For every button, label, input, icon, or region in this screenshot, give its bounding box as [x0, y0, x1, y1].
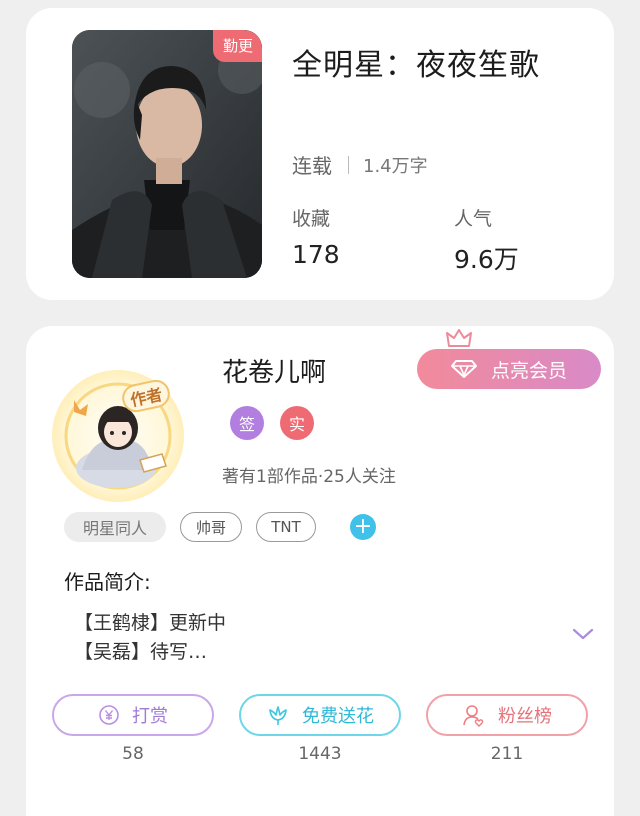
tag-chip[interactable]: 帅哥: [180, 512, 242, 542]
update-badge: 勤更: [212, 30, 262, 62]
cover-illustration: [72, 30, 262, 278]
flower-icon: [266, 704, 290, 726]
yen-icon: [98, 704, 120, 726]
divider: [348, 155, 349, 174]
diamond-icon: [450, 359, 477, 379]
fan-ranking-label: 粉丝榜: [498, 706, 552, 727]
intro-line: 【王鹤棣】更新中: [74, 612, 227, 634]
author-works-summary: 著有1部作品·25人关注: [222, 467, 396, 487]
author-avatar[interactable]: 作者: [52, 370, 184, 502]
tip-button[interactable]: 打赏: [52, 694, 214, 736]
tag-chip[interactable]: 明星同人: [64, 512, 166, 542]
popularity-value: 9.6万: [454, 245, 519, 274]
book-title: 全明星：夜夜笙歌: [292, 48, 540, 83]
flower-count: 1443: [298, 744, 342, 764]
tag-list: 明星同人 帅哥 TNT +: [64, 512, 376, 542]
tip-label: 打赏: [132, 706, 168, 727]
light-up-vip-button[interactable]: 点亮会员: [417, 349, 601, 389]
intro-line: 【吴磊】待写…: [74, 641, 208, 663]
fan-ranking-button[interactable]: 粉丝榜: [426, 694, 588, 736]
tag-chip[interactable]: TNT: [256, 512, 316, 542]
author-card: 作者 花卷儿啊 点亮会员 签 实 著有1部作品·25人关注 明星同人 帅哥 TN…: [26, 326, 614, 816]
crown-icon: [446, 329, 472, 347]
author-name[interactable]: 花卷儿啊: [222, 352, 326, 389]
serial-status: 连载: [292, 154, 332, 178]
free-flower-button[interactable]: 免费送花: [239, 694, 401, 736]
fan-count: 211: [490, 744, 524, 764]
book-status-row: 连载 1.4万字: [292, 150, 428, 179]
vip-button-label: 点亮会员: [490, 359, 567, 382]
book-cover-image[interactable]: 勤更: [72, 30, 262, 278]
intro-heading: 作品简介:: [64, 570, 151, 594]
tip-count: 58: [122, 744, 144, 764]
chevron-down-icon[interactable]: [571, 626, 595, 642]
popularity-label: 人气: [454, 208, 493, 230]
signed-badge: 签: [230, 406, 264, 440]
add-tag-plus-icon[interactable]: +: [350, 514, 376, 540]
book-info-card: 勤更 全明星：夜夜笙歌 连载 1.4万字 收藏 178 人气 9.6万: [26, 8, 614, 300]
favorites-label: 收藏: [292, 208, 331, 230]
word-count: 1.4万字: [363, 155, 428, 177]
free-flower-label: 免费送花: [302, 706, 374, 727]
fan-user-icon: [462, 703, 486, 727]
verified-badge: 实: [280, 406, 314, 440]
favorites-value: 178: [292, 240, 340, 269]
